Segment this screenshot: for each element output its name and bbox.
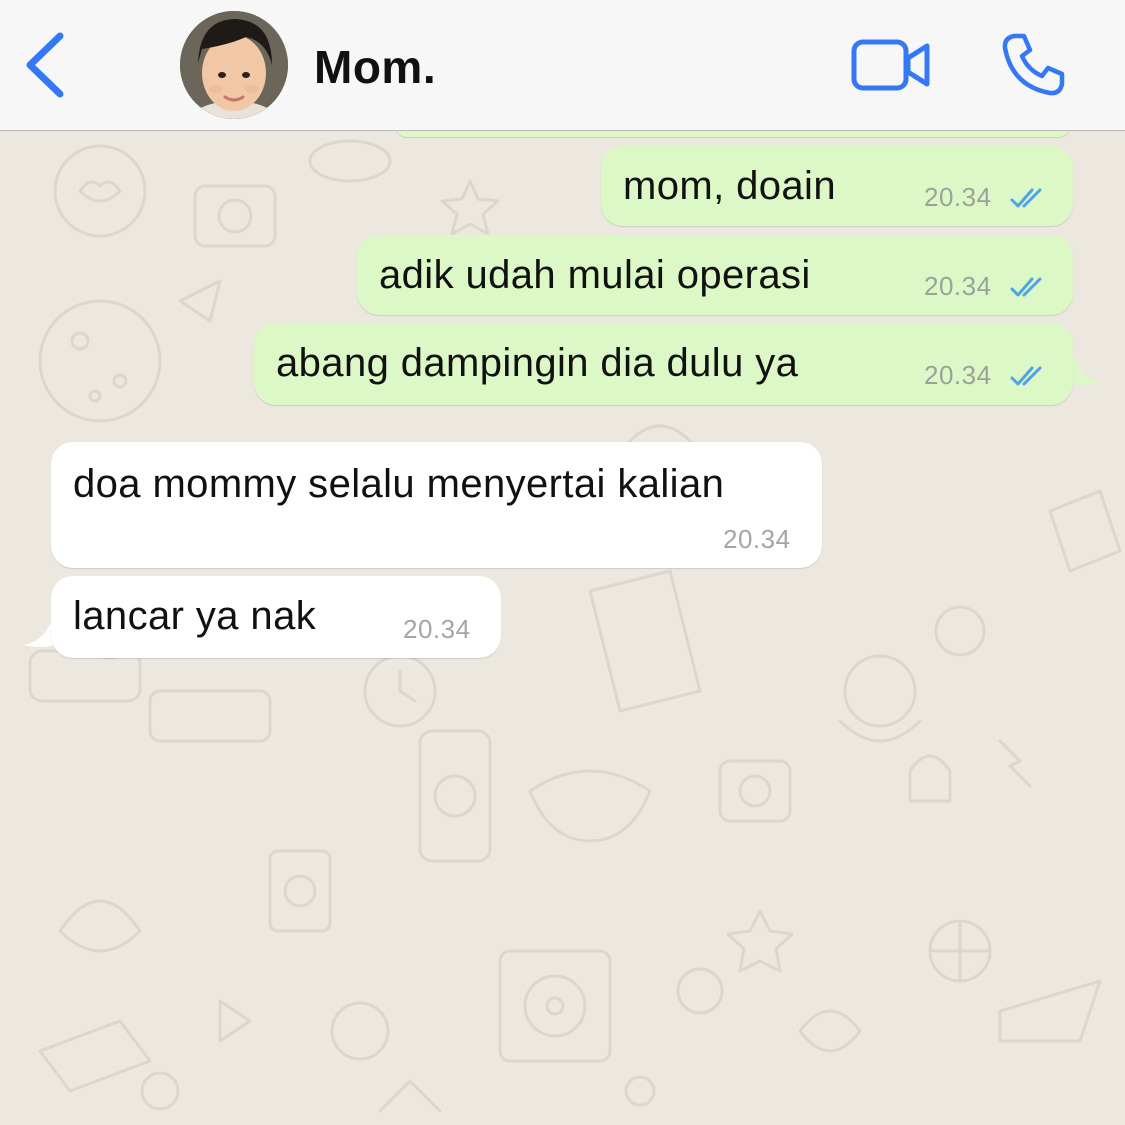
message-bubble-outgoing[interactable]: adik udah mulai operasi 20.34 [357,235,1073,315]
message-bubble-outgoing[interactable]: abang dampingin dia dulu ya 20.34 [254,323,1073,405]
message-bubble-partial [396,131,1070,137]
contact-name[interactable]: Mom. [314,40,436,94]
contact-avatar[interactable] [180,11,288,119]
message-text: lancar ya nak [73,594,317,638]
message-text: mom, doain [623,164,836,208]
back-button[interactable] [22,30,70,100]
avatar-photo [180,11,288,119]
chat-area[interactable]: mom, doain 20.34 adik udah mulai operasi… [0,131,1125,1125]
voice-call-button[interactable] [1000,30,1068,98]
message-text: doa mommy selalu menyertai kalian [73,462,725,506]
message-text: adik udah mulai operasi [379,253,811,297]
message-bubble-outgoing[interactable]: mom, doain 20.34 [601,146,1073,226]
read-receipt-icon [1010,188,1042,208]
video-call-button[interactable] [850,36,932,94]
read-receipt-icon [1010,366,1042,386]
chevron-left-icon [26,32,64,98]
message-time: 20.34 [723,524,791,554]
message-time: 20.34 [924,271,992,301]
message-time: 20.34 [403,614,471,644]
read-receipt-icon [1010,277,1042,297]
message-time: 20.34 [924,182,992,212]
video-camera-icon [851,39,930,91]
message-bubble-incoming[interactable]: doa mommy selalu menyertai kalian 20.34 [51,442,822,568]
message-bubble-incoming[interactable]: lancar ya nak 20.34 [51,576,501,658]
phone-icon [1002,33,1065,96]
chat-header: Mom. [0,0,1125,131]
message-time: 20.34 [924,360,992,390]
message-text: abang dampingin dia dulu ya [276,341,799,385]
